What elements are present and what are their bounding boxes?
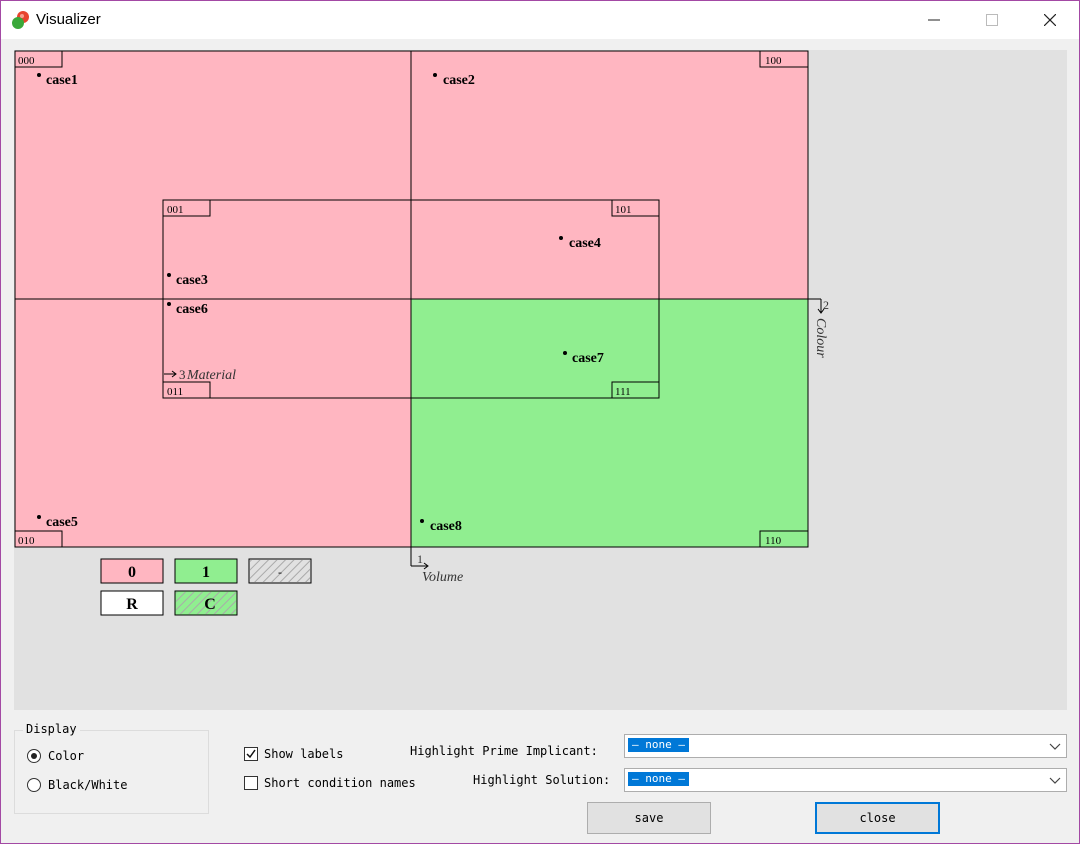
case-label: case2 bbox=[443, 73, 475, 88]
prime-implicant-value: — none — bbox=[628, 738, 689, 752]
checkmark-icon bbox=[246, 749, 256, 759]
minimize-icon bbox=[928, 19, 940, 21]
case-label: case8 bbox=[430, 519, 462, 534]
window-title: Visualizer bbox=[36, 11, 101, 28]
save-button[interactable]: save bbox=[587, 802, 711, 834]
solution-select[interactable]: — none — bbox=[624, 768, 1067, 792]
z-axis-number: 3 bbox=[179, 367, 186, 382]
close-icon bbox=[1044, 14, 1056, 26]
region-010 bbox=[15, 299, 411, 547]
legend-label-c: C bbox=[204, 596, 216, 613]
display-group bbox=[14, 730, 209, 814]
short-names-checkbox[interactable] bbox=[244, 776, 258, 790]
region-code-010: 010 bbox=[18, 535, 35, 547]
legend-label-dontcare: - bbox=[278, 565, 282, 579]
maximize-icon bbox=[986, 14, 998, 26]
region-code-101: 101 bbox=[615, 204, 632, 216]
case-label: case1 bbox=[46, 73, 78, 88]
case-label: case5 bbox=[46, 515, 78, 530]
display-group-label: Display bbox=[23, 722, 80, 736]
maximize-button[interactable] bbox=[963, 1, 1021, 39]
y-axis-name: Colour bbox=[813, 318, 828, 358]
visualizer-window: Visualizer 000 100 010 110 001 101 011 1… bbox=[0, 0, 1080, 844]
region-code-111: 111 bbox=[615, 386, 631, 398]
region-code-001: 001 bbox=[167, 204, 184, 216]
x-axis-name: Volume bbox=[422, 570, 463, 585]
color-radio[interactable] bbox=[27, 749, 41, 763]
black-white-radio-label: Black/White bbox=[48, 778, 128, 792]
region-code-100: 100 bbox=[765, 55, 782, 67]
region-code-110: 110 bbox=[765, 535, 782, 547]
region-code-011: 011 bbox=[167, 386, 183, 398]
black-white-radio[interactable] bbox=[27, 778, 41, 792]
z-axis-name: Material bbox=[186, 368, 236, 383]
case-label: case7 bbox=[572, 351, 604, 366]
chevron-down-icon bbox=[1049, 777, 1061, 784]
legend-label-r: R bbox=[126, 596, 138, 613]
case-label: case4 bbox=[569, 236, 601, 251]
minimize-button[interactable] bbox=[905, 1, 963, 39]
title-bar: Visualizer bbox=[1, 1, 1079, 39]
solution-label: Highlight Solution: bbox=[473, 773, 611, 787]
app-logo-icon bbox=[12, 11, 29, 29]
venn-canvas: 000 100 010 110 001 101 011 111 case1 ca… bbox=[14, 50, 1067, 710]
solution-value: — none — bbox=[628, 772, 689, 786]
y-axis-number: 2 bbox=[823, 298, 829, 312]
region-000 bbox=[15, 51, 411, 299]
close-button[interactable]: close bbox=[815, 802, 940, 834]
prime-implicant-select[interactable]: — none — bbox=[624, 734, 1067, 758]
show-labels-label: Show labels bbox=[264, 747, 344, 761]
chevron-down-icon bbox=[1049, 743, 1061, 750]
region-code-000: 000 bbox=[18, 55, 35, 67]
show-labels-checkbox[interactable] bbox=[244, 747, 258, 761]
case-label: case6 bbox=[176, 302, 208, 317]
case-label: case3 bbox=[176, 273, 208, 288]
venn-diagram: 000 100 010 110 001 101 011 111 case1 ca… bbox=[14, 50, 829, 616]
legend-label-1: 1 bbox=[202, 564, 210, 581]
color-radio-label: Color bbox=[48, 749, 85, 763]
legend-label-0: 0 bbox=[128, 564, 136, 581]
short-names-label: Short condition names bbox=[264, 776, 416, 790]
region-100 bbox=[411, 51, 808, 299]
x-axis-number: 1 bbox=[417, 552, 423, 566]
region-110 bbox=[411, 299, 808, 547]
prime-implicant-label: Highlight Prime Implicant: bbox=[410, 744, 598, 758]
close-window-button[interactable] bbox=[1021, 1, 1079, 39]
